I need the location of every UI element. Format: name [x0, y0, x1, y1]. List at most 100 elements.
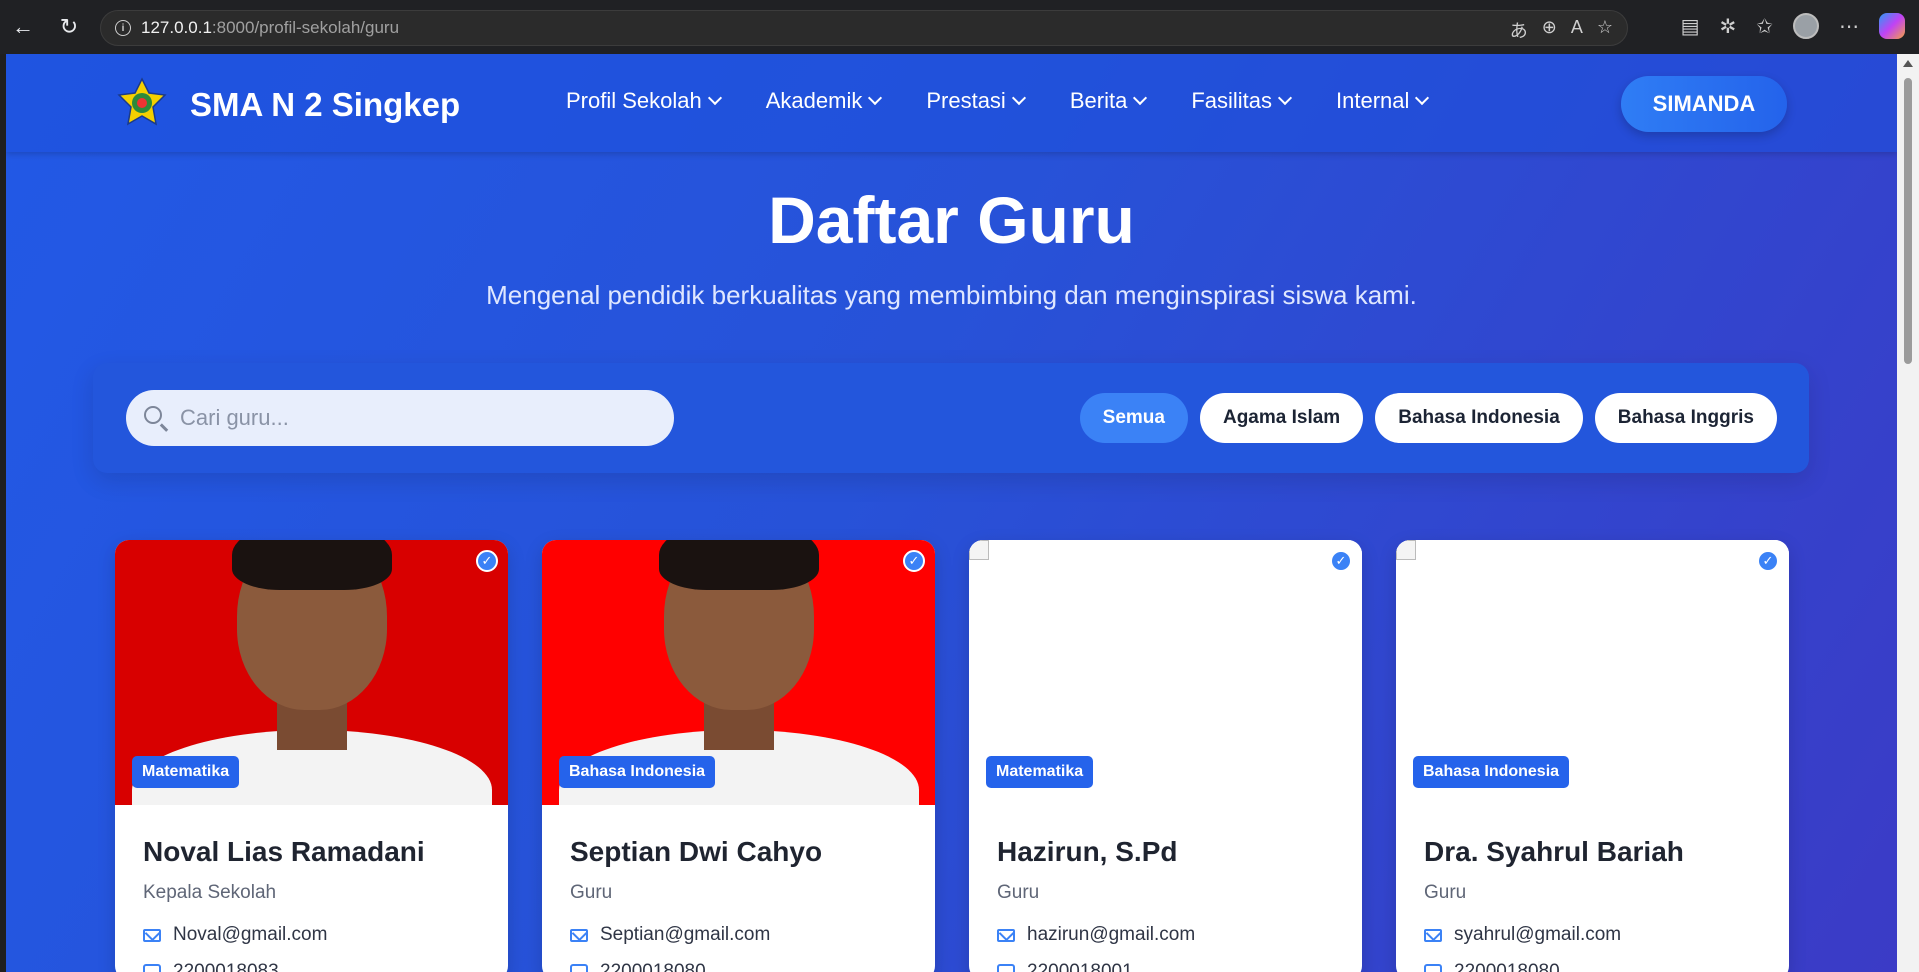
more-menu-icon[interactable]: ⋯ [1839, 14, 1859, 39]
teacher-role: Guru [997, 882, 1040, 903]
nav-label: Berita [1069, 88, 1128, 113]
mail-icon [1424, 928, 1442, 942]
chevron-down-icon [1011, 90, 1026, 106]
reload-icon[interactable]: ↻ [56, 14, 82, 40]
page-title: Daftar Guru [768, 183, 1135, 257]
chip-agama-islam[interactable]: Agama Islam [1199, 393, 1364, 443]
teacher-role: Guru [1424, 882, 1467, 903]
nav-berita[interactable]: Berita [1069, 88, 1148, 114]
broken-image-icon [969, 540, 989, 560]
teacher-card[interactable]: ✓ Bahasa Indonesia Septian Dwi Cahyo Gur… [542, 540, 935, 972]
read-aloud-icon[interactable]: A [1571, 17, 1583, 43]
translate-icon[interactable]: あ [1510, 17, 1528, 43]
back-icon[interactable]: ← [10, 14, 36, 40]
teacher-card[interactable]: ✓ Matematika Noval Lias Ramadani Kepala … [115, 540, 508, 972]
teacher-photo: ✓ Matematika [115, 540, 508, 805]
subject-filter-chips: Semua Agama Islam Bahasa Indonesia Bahas… [1079, 393, 1777, 443]
profile-avatar[interactable] [1793, 13, 1819, 39]
simanda-button[interactable]: SIMANDA [1621, 76, 1787, 132]
teacher-photo: ✓ Bahasa Indonesia [542, 540, 935, 805]
nav-label: Akademik [765, 88, 863, 113]
teacher-id: 2200018080 [600, 961, 706, 972]
chip-bahasa-inggris[interactable]: Bahasa Inggris [1594, 393, 1777, 443]
teacher-role: Guru [570, 882, 613, 903]
browser-extensions: ▤ ✲ ✩ ⋯ [1681, 13, 1905, 39]
teacher-email[interactable]: syahrul@gmail.com [1454, 924, 1621, 946]
id-card-icon [1424, 964, 1442, 972]
chevron-down-icon [1277, 90, 1293, 106]
verified-check-icon: ✓ [1330, 550, 1352, 572]
mail-icon [997, 928, 1015, 942]
photo-hair [231, 540, 392, 590]
site-header: SMA N 2 Singkep Profil Sekolah Akademik … [6, 54, 1897, 152]
nav-prestasi[interactable]: Prestasi [926, 88, 1026, 114]
teacher-email[interactable]: Noval@gmail.com [173, 924, 327, 946]
copilot-icon[interactable] [1879, 13, 1905, 39]
school-logo[interactable] [116, 77, 168, 129]
favorite-star-icon[interactable]: ☆ [1597, 17, 1613, 43]
brand-name[interactable]: SMA N 2 Singkep [190, 86, 460, 124]
teacher-email-row: syahrul@gmail.com [1424, 924, 1621, 946]
broken-image-icon [1396, 540, 1416, 560]
teacher-photo: ✓ Matematika [969, 540, 1362, 805]
teacher-name: Septian Dwi Cahyo [570, 836, 823, 867]
mail-icon [143, 928, 161, 942]
scroll-thumb[interactable] [1904, 78, 1912, 364]
teacher-id-row: 2200018080 [570, 961, 706, 972]
teacher-email-row: hazirun@gmail.com [997, 924, 1195, 946]
teacher-card[interactable]: ✓ Bahasa Indonesia Dra. Syahrul Bariah G… [1396, 540, 1789, 972]
teacher-email[interactable]: Septian@gmail.com [600, 924, 770, 946]
teacher-photo: ✓ Bahasa Indonesia [1396, 540, 1789, 805]
teacher-email[interactable]: hazirun@gmail.com [1027, 924, 1195, 946]
nav-label: Fasilitas [1191, 88, 1272, 113]
teacher-id: 2200018080 [1454, 961, 1560, 972]
chevron-down-icon [707, 90, 722, 106]
teacher-name: Dra. Syahrul Bariah [1424, 836, 1684, 867]
nav-akademik[interactable]: Akademik [765, 88, 883, 114]
verified-check-icon: ✓ [476, 550, 498, 572]
address-bar-icons: あ ⊕ A ☆ [1510, 17, 1613, 43]
nav-label: Prestasi [926, 88, 1006, 113]
browser-toolbar: ← ↻ i 127.0.0.1:8000/profil-sekolah/guru… [0, 0, 1919, 54]
teacher-grid: ✓ Matematika Noval Lias Ramadani Kepala … [115, 540, 1789, 972]
search-icon [144, 406, 162, 424]
teacher-role: Kepala Sekolah [143, 882, 277, 903]
page-subtitle: Mengenal pendidik berkualitas yang membi… [486, 280, 1417, 310]
teacher-name: Hazirun, S.Pd [997, 836, 1178, 867]
nav-label: Internal [1336, 88, 1410, 113]
verified-check-icon: ✓ [903, 550, 925, 572]
id-card-icon [143, 964, 161, 972]
subject-badge: Matematika [132, 756, 240, 788]
subject-badge: Bahasa Indonesia [1413, 756, 1570, 788]
verified-check-icon: ✓ [1757, 550, 1779, 572]
nav-label: Profil Sekolah [566, 88, 702, 113]
chip-bahasa-indonesia[interactable]: Bahasa Indonesia [1375, 393, 1583, 443]
teacher-id: 2200018001 [1027, 961, 1133, 972]
url-host: 127.0.0.1 [141, 18, 212, 37]
favorites-icon[interactable]: ✩ [1756, 14, 1773, 39]
search-placeholder: Cari guru... [180, 405, 289, 430]
page-scrollbar[interactable] [1897, 54, 1919, 972]
search-input[interactable]: Cari guru... [126, 390, 674, 446]
zoom-icon[interactable]: ⊕ [1542, 17, 1557, 43]
site-info-icon[interactable]: i [115, 20, 131, 36]
chevron-down-icon [1415, 90, 1430, 106]
scroll-up-icon[interactable] [1903, 60, 1913, 67]
teacher-id-row: 2200018083 [143, 961, 279, 972]
teacher-email-row: Noval@gmail.com [143, 924, 327, 946]
photo-hair [658, 540, 819, 590]
nav-profil-sekolah[interactable]: Profil Sekolah [566, 88, 722, 114]
address-bar[interactable]: i 127.0.0.1:8000/profil-sekolah/guru あ ⊕… [100, 10, 1628, 46]
nav-fasilitas[interactable]: Fasilitas [1191, 88, 1293, 114]
collections-icon[interactable]: ▤ [1681, 14, 1700, 39]
nav-internal[interactable]: Internal [1336, 88, 1430, 114]
chip-semua[interactable]: Semua [1079, 393, 1188, 443]
subject-badge: Matematika [986, 756, 1094, 788]
filter-panel: Cari guru... Semua Agama Islam Bahasa In… [93, 363, 1809, 473]
url-path: :8000/profil-sekolah/guru [211, 18, 400, 37]
teacher-id: 2200018083 [173, 961, 279, 972]
subject-badge: Bahasa Indonesia [559, 756, 716, 788]
page-viewport: SMA N 2 Singkep Profil Sekolah Akademik … [6, 54, 1897, 972]
extensions-icon[interactable]: ✲ [1719, 14, 1736, 39]
teacher-card[interactable]: ✓ Matematika Hazirun, S.Pd Guru hazirun@… [969, 540, 1362, 972]
